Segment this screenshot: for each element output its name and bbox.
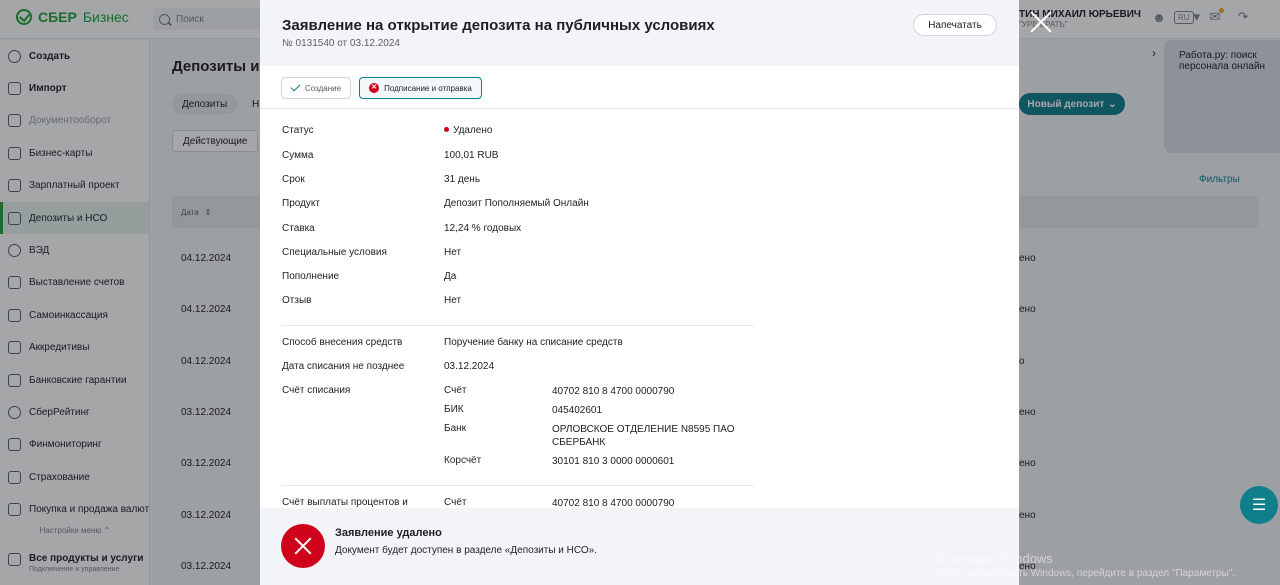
detail-label: Продукт (282, 198, 320, 209)
steps: Создание ✕ Подписание и отправка (281, 77, 482, 99)
print-button[interactable]: Напечатать (913, 14, 997, 36)
detail-label: Способ внесения средств (282, 337, 403, 348)
detail-label: Ставка (282, 223, 315, 234)
detail-value: 12,24 % годовых (444, 223, 522, 234)
detail-value: 100,01 RUB (444, 150, 499, 161)
chat-button[interactable]: ☰ (1240, 486, 1278, 524)
bik-value: 045402601 (552, 405, 603, 416)
step-signing[interactable]: ✕ Подписание и отправка (359, 77, 482, 99)
modal-title: Заявление на открытие депозита на публич… (282, 17, 715, 34)
bank-label: Банк (444, 423, 467, 434)
detail-label: Специальные условия (282, 247, 387, 258)
deposit-application-modal: Заявление на открытие депозита на публич… (260, 0, 1019, 585)
divider (282, 485, 754, 486)
step-creation[interactable]: Создание (281, 77, 352, 99)
detail-value: Удалено (444, 125, 492, 136)
detail-label: Срок (282, 174, 305, 185)
error-icon: ✕ (369, 83, 380, 93)
bank-value-line2: СБЕРБАНК (552, 437, 606, 448)
status-value: Удалено (453, 125, 493, 136)
step-label: Создание (305, 83, 342, 93)
bank-value-line1: ОРЛОВСКОЕ ОТДЕЛЕНИЕ N8595 ПАО (552, 424, 735, 435)
modal-footer-notice: Заявление удалено Документ будет доступе… (260, 508, 1019, 585)
detail-label: Статус (282, 125, 314, 136)
step-label: Подписание и отправка (384, 83, 472, 93)
check-icon (290, 81, 301, 92)
detail-label: Пополнение (282, 271, 340, 282)
detail-value: Поручение банку на списание средств (444, 337, 623, 348)
detail-value: Депозит Пополняемый Онлайн (444, 198, 589, 209)
watermark-subtitle: Чтобы активировать Windows, перейдите в … (933, 568, 1236, 579)
detail-value: 31 день (444, 174, 481, 185)
corr-label: Корсчёт (444, 455, 482, 466)
windows-activation-watermark: Активация Windows Чтобы активировать Win… (933, 551, 1235, 579)
detail-label: Счёт списания (282, 385, 351, 396)
divider (282, 325, 754, 326)
watermark-title: Активация Windows (933, 551, 1053, 566)
detail-label: Дата списания не позднее (282, 361, 405, 372)
deleted-close-icon (281, 524, 325, 568)
detail-value: Да (444, 271, 457, 282)
status-dot-icon (444, 127, 449, 132)
detail-label: Счёт выплаты процентов и (282, 497, 408, 508)
corr-value: 30101 810 3 0000 0000601 (552, 456, 675, 467)
modal-subtitle: № 0131540 от 03.12.2024 (282, 38, 400, 49)
detail-label: Отзыв (282, 295, 312, 306)
chat-icon: ☰ (1251, 497, 1267, 514)
modal-header: Заявление на открытие депозита на публич… (260, 0, 1019, 66)
bik-label: БИК (444, 404, 464, 415)
account-label: Счёт (444, 497, 467, 508)
detail-value: 03.12.2024 (444, 361, 495, 372)
close-modal-icon[interactable] (1027, 8, 1055, 36)
notice-text: Документ будет доступен в разделе «Депоз… (335, 545, 597, 556)
notice-title: Заявление удалено (335, 527, 442, 539)
divider (260, 108, 1019, 109)
detail-value: Нет (444, 295, 462, 306)
detail-value: Нет (444, 247, 462, 258)
detail-label: Сумма (282, 150, 314, 161)
account-value: 40702 810 8 4700 0000790 (552, 386, 675, 397)
account-label: Счёт (444, 385, 467, 396)
